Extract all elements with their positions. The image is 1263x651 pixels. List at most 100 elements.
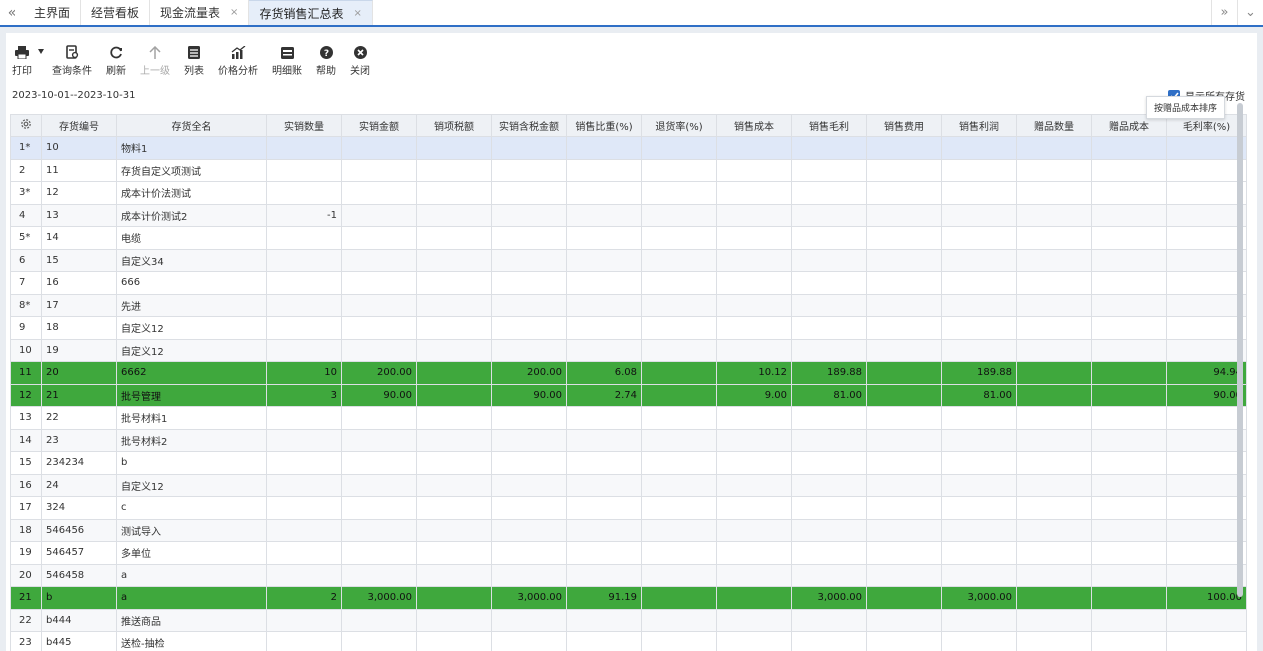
table-row[interactable]: 6 15 自定义34 [10, 248, 1247, 272]
print-button[interactable]: 打印 [12, 44, 32, 77]
tabs-scroll-right-icon[interactable]: » [1211, 0, 1237, 25]
column-header[interactable]: 销售成本 [716, 114, 792, 137]
table-row[interactable]: 8* 17 先进 [10, 293, 1247, 317]
cell-ret [641, 406, 717, 430]
cell-tax [416, 248, 492, 272]
query-conditions-button[interactable]: 查询条件 [52, 44, 92, 77]
columns-label: 列表 [184, 66, 204, 77]
cell-cost [716, 271, 792, 295]
cell-amt [341, 406, 417, 430]
cell-profit [941, 248, 1017, 272]
cell-gift-cost [1091, 608, 1167, 632]
column-header[interactable]: 销售比重(%) [566, 114, 642, 137]
column-header[interactable]: 存货全名 [116, 114, 267, 137]
cell-ratio [566, 451, 642, 475]
table-row[interactable]: 9 18 自定义12 [10, 316, 1247, 340]
table-row[interactable]: 17 324 c [10, 496, 1247, 520]
cell-qty [266, 428, 342, 452]
cell-name: 666 [116, 271, 267, 295]
table-row[interactable]: 7 16 666 [10, 271, 1247, 295]
table-row[interactable]: 18 546456 测试导入 [10, 518, 1247, 542]
column-header[interactable]: 销项税额 [416, 114, 492, 137]
cell-ratio [566, 428, 642, 452]
table-row[interactable]: 11 20 6662 10 200.00 200.00 6.08 10.12 189.88 189… [10, 361, 1247, 385]
tab-0[interactable]: 主界面 [24, 0, 82, 25]
cell-ratio [566, 518, 642, 542]
table-row[interactable]: 1* 10 物料1 [10, 136, 1247, 160]
cell-fee [866, 293, 942, 317]
refresh-button[interactable]: 刷新 [106, 44, 126, 77]
column-header[interactable]: 销售利润 [941, 114, 1017, 137]
table-row[interactable]: 20 546458 a [10, 563, 1247, 587]
cell-gross [791, 203, 867, 227]
cell-ratio [566, 496, 642, 520]
cell-code: 234234 [41, 451, 117, 475]
tab-close-icon[interactable]: × [230, 7, 238, 18]
table-row[interactable]: 23 b445 送检-抽检 [10, 631, 1247, 651]
tab-3[interactable]: 存货销售汇总表 × [249, 0, 373, 25]
cell-tax [416, 563, 492, 587]
column-header[interactable]: 退货率(%) [641, 114, 717, 137]
column-settings-gear-icon[interactable] [10, 114, 42, 137]
cell-gross [791, 181, 867, 205]
cell-amt-tax [491, 608, 567, 632]
close-button[interactable]: 关闭 [350, 44, 370, 77]
column-header[interactable]: 销售费用 [866, 114, 942, 137]
table-row[interactable]: 19 546457 多单位 [10, 541, 1247, 565]
tabs-menu-chevron-down-icon[interactable]: ⌄ [1237, 0, 1263, 25]
table-row[interactable]: 14 23 批号材料2 [10, 428, 1247, 452]
cell-ret [641, 181, 717, 205]
cell-gift-cost [1091, 248, 1167, 272]
cell-amt [341, 316, 417, 340]
cell-gift-cost [1091, 338, 1167, 362]
cell-amt-tax [491, 338, 567, 362]
table-row[interactable]: 10 19 自定义12 [10, 338, 1247, 362]
table-row[interactable]: 15 234234 b [10, 451, 1247, 475]
cell-gross [791, 518, 867, 542]
columns-button[interactable]: 列表 [184, 44, 204, 77]
cell-margin [1166, 316, 1247, 340]
cell-tax [416, 406, 492, 430]
price-analysis-button[interactable]: 价格分析 [218, 44, 258, 77]
cell-ratio [566, 473, 642, 497]
table-row[interactable]: 12 21 批号管理 3 90.00 90.00 2.74 9.00 81.00 81.00 90.… [10, 383, 1247, 407]
cell-ratio [566, 631, 642, 651]
help-button[interactable]: ? 帮助 [316, 44, 336, 77]
detail-ledger-button[interactable]: 明细账 [272, 44, 302, 77]
tab-close-icon[interactable]: × [353, 8, 361, 19]
tab-2[interactable]: 现金流量表 × [150, 0, 250, 25]
cell-gift-qty [1016, 316, 1092, 340]
table-row[interactable]: 13 22 批号材料1 [10, 406, 1247, 430]
tabs-scroll-left-icon[interactable]: « [0, 0, 24, 25]
cell-cost [716, 473, 792, 497]
cell-gift-qty [1016, 181, 1092, 205]
column-header[interactable]: 实销数量 [266, 114, 342, 137]
cell-profit: 189.88 [941, 361, 1017, 385]
table-row[interactable]: 2 11 存货自定义项测试 [10, 158, 1247, 182]
cell-fee [866, 158, 942, 182]
table-row[interactable]: 5* 14 电缆 [10, 226, 1247, 250]
cell-amt: 200.00 [341, 361, 417, 385]
table-row[interactable]: 16 24 自定义12 [10, 473, 1247, 497]
table-row[interactable]: 22 b444 推送商品 [10, 608, 1247, 632]
column-header[interactable]: 存货编号 [41, 114, 117, 137]
cell-gift-qty [1016, 361, 1092, 385]
cell-tax [416, 136, 492, 160]
cell-profit [941, 473, 1017, 497]
cell-ratio [566, 248, 642, 272]
tab-1[interactable]: 经营看板 [81, 0, 151, 25]
column-header[interactable]: 赠品数量 [1016, 114, 1092, 137]
column-header[interactable]: 实销含税金额 [491, 114, 567, 137]
column-header[interactable]: 实销金额 [341, 114, 417, 137]
table-row[interactable]: 21 b a 2 3,000.00 3,000.00 91.19 3,000.00 3,000.… [10, 586, 1247, 610]
print-dropdown-caret-icon[interactable] [38, 49, 44, 54]
cell-tax [416, 203, 492, 227]
column-header[interactable]: 销售毛利 [791, 114, 867, 137]
vertical-scrollbar[interactable] [1237, 103, 1243, 597]
table-row[interactable]: 4 13 成本计价测试2 -1 [10, 203, 1247, 227]
cell-gift-cost [1091, 316, 1167, 340]
up-level-button[interactable]: 上一级 [140, 44, 170, 77]
cell-name: c [116, 496, 267, 520]
cell-amt-tax [491, 293, 567, 317]
table-row[interactable]: 3* 12 成本计价法测试 [10, 181, 1247, 205]
